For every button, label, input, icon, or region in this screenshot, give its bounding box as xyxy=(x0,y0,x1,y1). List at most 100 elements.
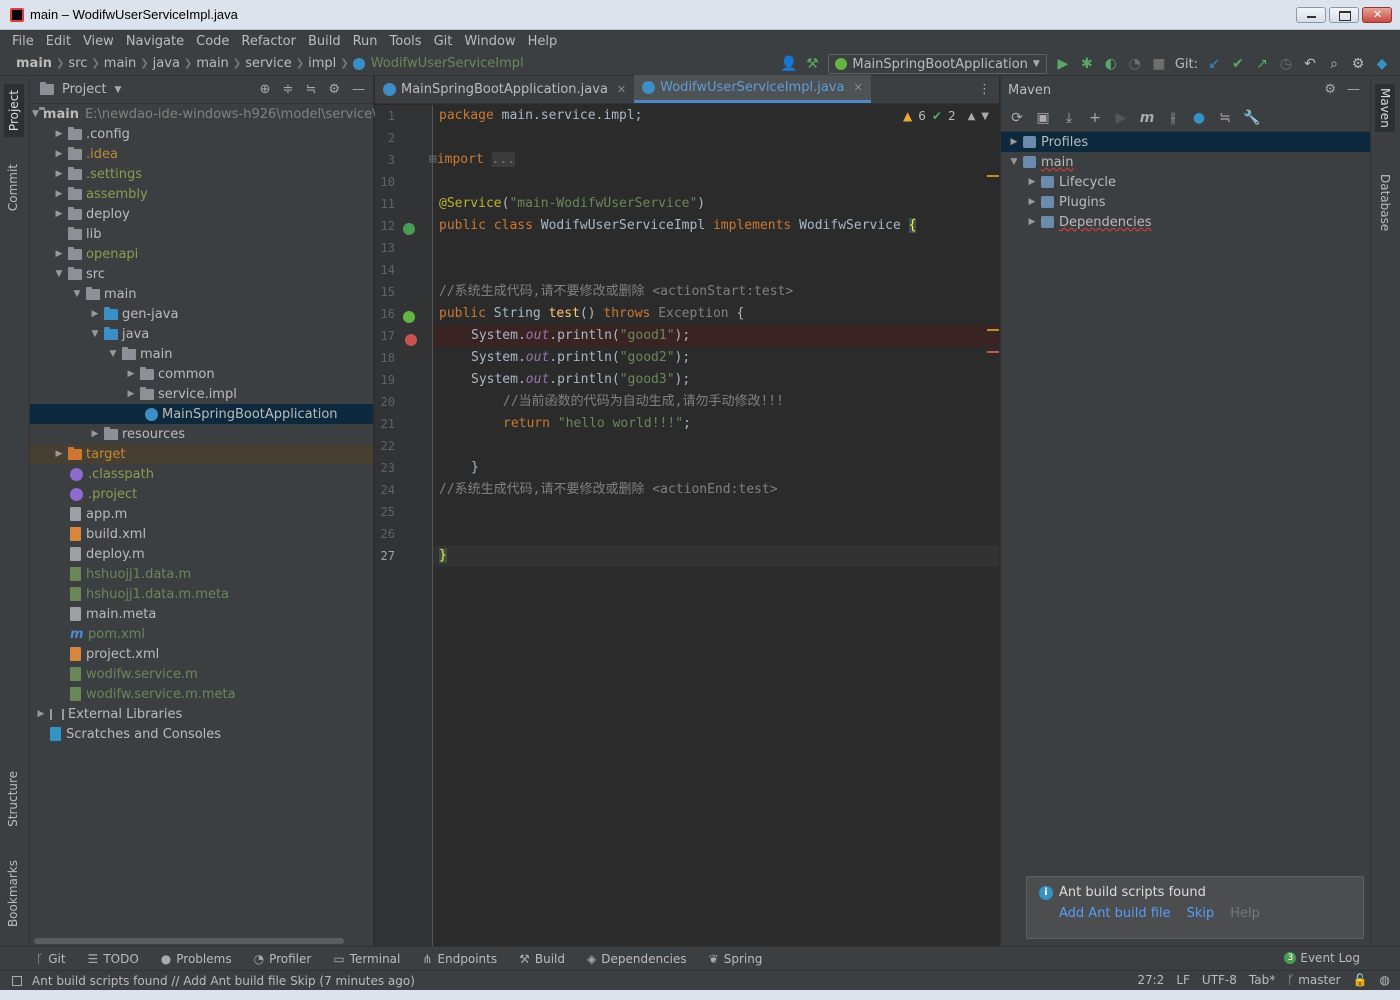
run-icon[interactable]: ▶ xyxy=(1055,56,1071,72)
collapse-arrow-icon[interactable]: ▶ xyxy=(50,449,68,459)
breakpoint-stripe-marker[interactable] xyxy=(987,351,999,353)
tool-build[interactable]: ⚒ Build xyxy=(519,952,565,966)
git-branch[interactable]: ᚴ master xyxy=(1287,973,1340,987)
expand-arrow-icon[interactable]: ▼ xyxy=(1005,157,1023,167)
skip-tests-icon[interactable]: ● xyxy=(1191,110,1207,126)
tree-item[interactable]: Scratches and Consoles xyxy=(30,724,373,744)
tree-item[interactable]: ▶ External Libraries xyxy=(30,704,373,724)
status-message[interactable]: Ant build scripts found // Add Ant build… xyxy=(32,974,415,988)
collapse-all-icon[interactable]: ≒ xyxy=(305,82,316,97)
tree-item[interactable]: ▼ main xyxy=(30,284,373,304)
breadcrumb-item[interactable]: service xyxy=(241,56,296,71)
locate-file-icon[interactable]: ⊕ xyxy=(260,82,271,97)
close-icon[interactable]: ✕ xyxy=(853,81,862,94)
collapse-arrow-icon[interactable]: ▶ xyxy=(86,429,104,439)
profile-icon[interactable]: ◔ xyxy=(1127,56,1143,72)
menu-refactor[interactable]: Refactor xyxy=(235,34,302,49)
breadcrumb-item[interactable]: main xyxy=(100,56,140,71)
event-log-button[interactable]: 3 Event Log xyxy=(1284,951,1360,965)
settings-gear-icon[interactable]: ⚙ xyxy=(1350,56,1366,72)
tab-project[interactable]: Project xyxy=(4,84,24,138)
tool-spring[interactable]: ❦ Spring xyxy=(709,952,763,966)
tree-item[interactable]: main.meta xyxy=(30,604,373,624)
download-icon[interactable]: ⤓ xyxy=(1061,110,1077,126)
tool-git[interactable]: ᚴ Git xyxy=(36,952,66,966)
expand-arrow-icon[interactable]: ▼ xyxy=(68,289,86,299)
toggle-offline-icon[interactable]: ⫲ xyxy=(1165,110,1181,126)
build-hammer-icon[interactable]: ⚒ xyxy=(804,56,820,72)
collapse-arrow-icon[interactable]: ▶ xyxy=(1005,137,1023,147)
settings-gear-icon[interactable]: ⚙ xyxy=(1324,82,1336,97)
run-icon[interactable]: ▶ xyxy=(1113,110,1129,126)
maven-item-main[interactable]: ▼ main xyxy=(1001,152,1370,172)
search-icon[interactable]: ⌕ xyxy=(1326,56,1342,72)
chevron-up-icon[interactable]: ▲ xyxy=(968,111,976,122)
inspection-widget[interactable]: ▲ 6 ✔ 2 ▲ ▼ xyxy=(903,109,989,123)
tree-item[interactable]: app.m xyxy=(30,504,373,524)
git-push-icon[interactable]: ↗ xyxy=(1254,56,1270,72)
breadcrumb-item[interactable]: src xyxy=(64,56,91,71)
chevron-down-icon[interactable]: ▼ xyxy=(981,111,989,122)
minimize-button[interactable] xyxy=(1296,7,1326,23)
horizontal-scrollbar[interactable] xyxy=(34,938,344,944)
tree-item[interactable]: ▶ openapi xyxy=(30,244,373,264)
tree-item[interactable]: ▶ .idea xyxy=(30,144,373,164)
project-panel-title[interactable]: Project xyxy=(62,82,106,97)
collapse-arrow-icon[interactable]: ▶ xyxy=(50,209,68,219)
menu-help[interactable]: Help xyxy=(522,34,564,49)
tree-item[interactable]: ▶ assembly xyxy=(30,184,373,204)
collapse-arrow-icon[interactable]: ▶ xyxy=(1023,177,1041,187)
tree-item[interactable]: project.xml xyxy=(30,644,373,664)
line-separator[interactable]: LF xyxy=(1176,973,1190,987)
tool-terminal[interactable]: ▭ Terminal xyxy=(333,952,400,966)
collapse-arrow-icon[interactable]: ▶ xyxy=(122,389,140,399)
user-icon[interactable]: 👤 xyxy=(780,56,797,72)
breakpoint-icon[interactable] xyxy=(405,334,417,346)
menu-build[interactable]: Build xyxy=(302,34,347,49)
menu-view[interactable]: View xyxy=(77,34,120,49)
tree-item[interactable]: ▼ src xyxy=(30,264,373,284)
collapse-arrow-icon[interactable]: ▶ xyxy=(1023,217,1041,227)
tree-item[interactable]: wodifw.service.m.meta xyxy=(30,684,373,704)
skip-link[interactable]: Skip xyxy=(1187,906,1215,921)
tool-todo[interactable]: ☰ TODO xyxy=(88,952,139,966)
rollback-icon[interactable]: ↶ xyxy=(1302,56,1318,72)
tree-item[interactable]: ▶ gen-java xyxy=(30,304,373,324)
tree-item[interactable]: ▼ java xyxy=(30,324,373,344)
tool-profiler[interactable]: ◔ Profiler xyxy=(254,952,312,966)
tree-root[interactable]: ▼ main E:\newdao-ide-windows-h926\model\… xyxy=(30,104,376,124)
caret-position[interactable]: 27:2 xyxy=(1137,973,1164,987)
tree-item[interactable]: ▶ service.impl xyxy=(30,384,373,404)
expand-arrow-icon[interactable]: ▼ xyxy=(50,269,68,279)
tab-commit[interactable]: Commit xyxy=(6,164,20,211)
history-icon[interactable]: ◷ xyxy=(1278,56,1294,72)
code-token[interactable]: ... xyxy=(491,152,516,167)
tree-item[interactable]: hshuojj1.data.m.meta xyxy=(30,584,373,604)
indent-setting[interactable]: Tab* xyxy=(1249,973,1275,987)
reload-icon[interactable]: ⟳ xyxy=(1009,110,1025,126)
maximize-button[interactable] xyxy=(1329,7,1359,23)
warning-stripe-marker[interactable] xyxy=(987,329,999,331)
stop-icon[interactable]: ■ xyxy=(1151,56,1167,72)
coverage-icon[interactable]: ◐ xyxy=(1103,56,1119,72)
breadcrumb-item[interactable]: java xyxy=(149,56,184,71)
maven-item-lifecycle[interactable]: ▶ Lifecycle xyxy=(1001,172,1370,192)
expand-arrow-icon[interactable]: ▼ xyxy=(104,349,122,359)
collapse-arrow-icon[interactable]: ▶ xyxy=(50,149,68,159)
maven-item-dependencies[interactable]: ▶ Dependencies xyxy=(1001,212,1370,232)
close-icon[interactable]: ✕ xyxy=(617,83,626,96)
tree-item[interactable]: hshuojj1.data.m xyxy=(30,564,373,584)
collapse-arrow-icon[interactable]: ▶ xyxy=(50,129,68,139)
maven-item-profiles[interactable]: ▶ Profiles xyxy=(1001,132,1370,152)
tab-database[interactable]: Database xyxy=(1378,174,1392,231)
tree-item[interactable]: wodifw.service.m xyxy=(30,664,373,684)
fold-icon[interactable]: ⊞ xyxy=(429,152,437,167)
tree-item[interactable]: m pom.xml xyxy=(30,624,373,644)
menu-run[interactable]: Run xyxy=(347,34,384,49)
git-update-icon[interactable]: ↙ xyxy=(1206,56,1222,72)
tree-item-selected[interactable]: MainSpringBootApplication xyxy=(30,404,373,424)
warning-stripe-marker[interactable] xyxy=(987,175,999,177)
menu-code[interactable]: Code xyxy=(190,34,235,49)
hide-panel-icon[interactable]: — xyxy=(1347,82,1360,97)
collapse-arrow-icon[interactable]: ▶ xyxy=(50,189,68,199)
